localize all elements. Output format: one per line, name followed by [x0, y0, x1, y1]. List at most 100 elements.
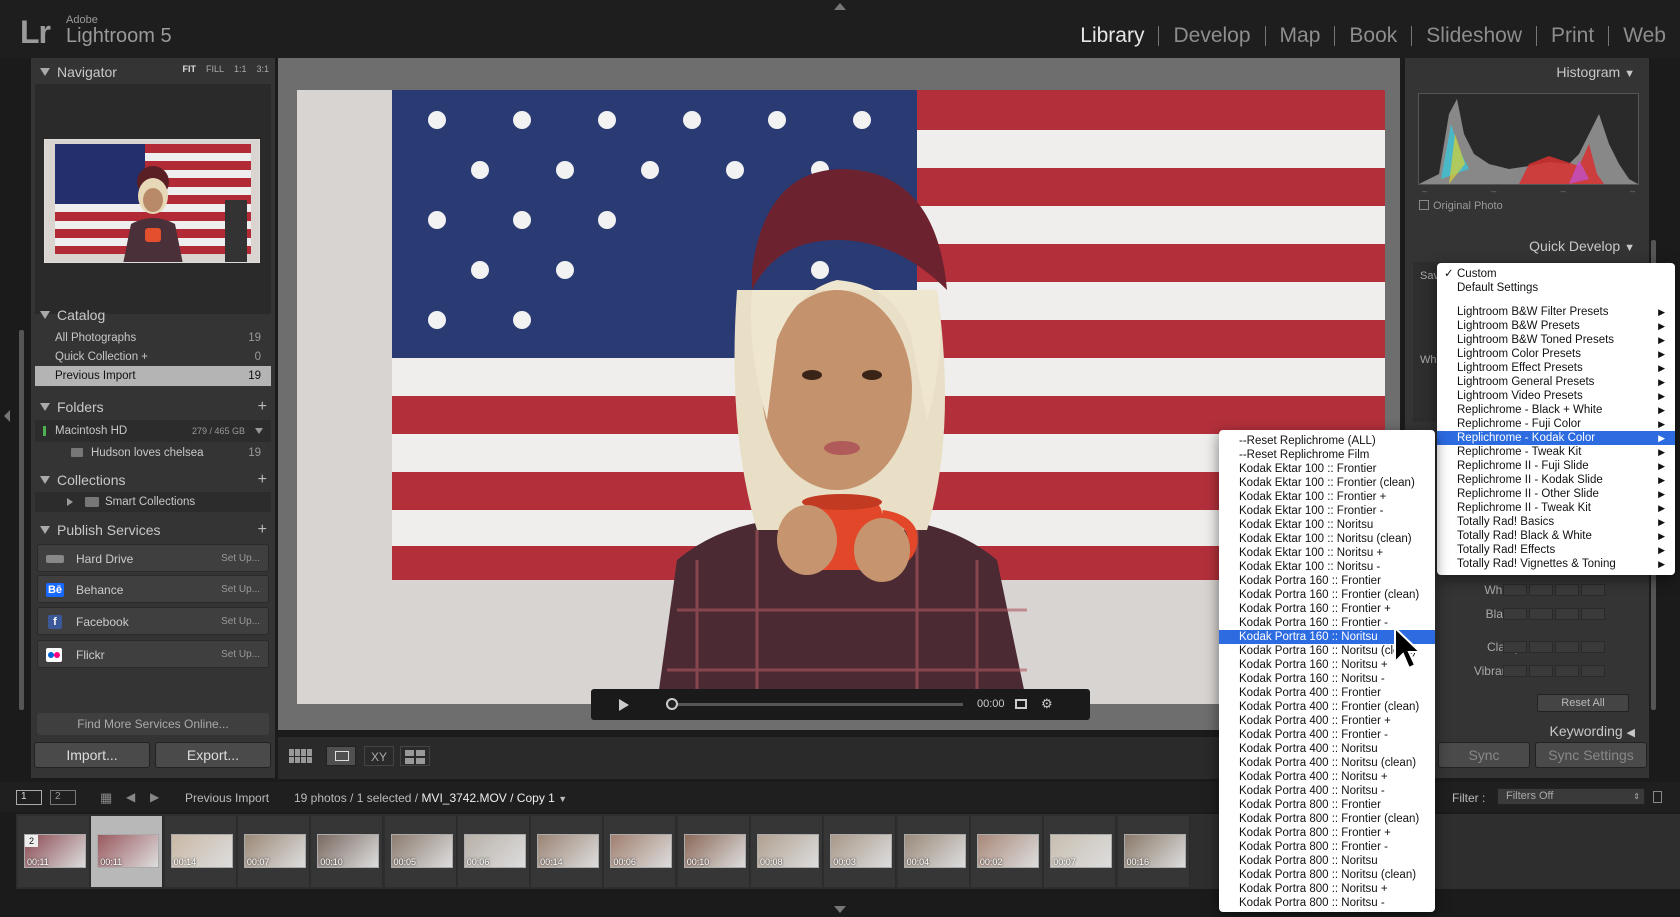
kodak-preset-item[interactable]: Kodak Ektar 100 :: Noritsu -	[1219, 560, 1435, 574]
kodak-preset-item[interactable]: Kodak Ektar 100 :: Frontier +	[1219, 490, 1435, 504]
preset-menu-item[interactable]: Replichrome - Tweak Kit ▶	[1437, 445, 1675, 459]
grid-view-icon[interactable]	[286, 746, 314, 766]
filmstrip-cell[interactable]: 00:10	[311, 816, 384, 887]
preset-menu-item[interactable]: Lightroom B&W Presets ▶	[1437, 319, 1675, 333]
setup-link[interactable]: Set Up...	[221, 608, 260, 636]
volume-row[interactable]: Macintosh HD 279 / 465 GB	[35, 420, 271, 442]
filmstrip-cell[interactable]: 00:11	[91, 816, 164, 887]
left-panel-scrollbar[interactable]	[19, 330, 24, 710]
smart-collections-row[interactable]: Smart Collections	[35, 492, 271, 512]
module-print[interactable]: Print	[1537, 24, 1608, 48]
filmstrip-cell[interactable]: 00:14	[531, 816, 604, 887]
kodak-preset-item[interactable]: Kodak Portra 800 :: Frontier	[1219, 798, 1435, 812]
publish-facebook[interactable]: f Facebook Set Up...	[37, 607, 269, 635]
kodak-preset-item[interactable]: Kodak Portra 400 :: Frontier	[1219, 686, 1435, 700]
kodak-preset-item[interactable]: Kodak Portra 400 :: Noritsu	[1219, 742, 1435, 756]
preset-menu-item[interactable]: Replichrome II - Tweak Kit ▶	[1437, 501, 1675, 515]
kodak-preset-item[interactable]: Kodak Portra 800 :: Noritsu	[1219, 854, 1435, 868]
publish-flickr[interactable]: Flickr Set Up...	[37, 640, 269, 668]
filmstrip-cell[interactable]: 00:14	[164, 816, 237, 887]
kodak-preset-item[interactable]: Kodak Portra 400 :: Noritsu (clean)	[1219, 756, 1435, 770]
compare-view-icon[interactable]: XY	[364, 746, 394, 766]
quick-develop-header[interactable]: Quick Develop ▼	[1529, 238, 1635, 254]
filmstrip-cell[interactable]: 00:06	[457, 816, 530, 887]
kodak-preset-item[interactable]: Kodak Portra 400 :: Frontier +	[1219, 714, 1435, 728]
vibrance-adjust-buttons[interactable]	[1503, 665, 1641, 677]
filmstrip-cell[interactable]: 00:07	[1044, 816, 1117, 887]
kodak-preset-item[interactable]: Kodak Portra 160 :: Frontier	[1219, 574, 1435, 588]
zoom-3-1[interactable]: 3:1	[256, 64, 269, 74]
setup-link[interactable]: Set Up...	[221, 576, 260, 604]
preset-menu-item[interactable]: Replichrome - Fuji Color ▶	[1437, 417, 1675, 431]
kodak-preset-item[interactable]: --Reset Replichrome Film	[1219, 448, 1435, 462]
preset-menu-item[interactable]: Lightroom B&W Toned Presets ▶	[1437, 333, 1675, 347]
folders-header[interactable]: Folders +	[31, 395, 275, 419]
preset-menu-item[interactable]: Totally Rad! Basics ▶	[1437, 515, 1675, 529]
catalog-item-all-photographs[interactable]: All Photographs 19	[35, 328, 271, 348]
module-develop[interactable]: Develop	[1159, 24, 1264, 48]
filmstrip-source[interactable]: Previous Import	[185, 791, 269, 805]
expand-triangle-icon[interactable]	[67, 498, 73, 506]
filmstrip-cell[interactable]: 00:07	[237, 816, 310, 887]
sync-settings-button[interactable]: Sync Settings	[1535, 742, 1647, 768]
filmstrip-cell[interactable]: 00:03	[824, 816, 897, 887]
catalog-item-quick-collection[interactable]: Quick Collection + 0	[35, 347, 271, 367]
play-icon[interactable]	[619, 699, 629, 711]
filmstrip-cell[interactable]: 00:16	[1117, 816, 1190, 887]
forward-arrow-icon[interactable]: ▶	[150, 790, 159, 804]
zoom-1-1[interactable]: 1:1	[234, 64, 247, 74]
kodak-preset-item[interactable]: Kodak Portra 800 :: Noritsu (clean)	[1219, 868, 1435, 882]
kodak-preset-item[interactable]: --Reset Replichrome (ALL)	[1219, 434, 1435, 448]
find-more-services-button[interactable]: Find More Services Online...	[37, 713, 269, 735]
module-book[interactable]: Book	[1335, 24, 1411, 48]
kodak-preset-item[interactable]: Kodak Ektar 100 :: Frontier -	[1219, 504, 1435, 518]
kodak-preset-item[interactable]: Kodak Ektar 100 :: Noritsu +	[1219, 546, 1435, 560]
filmstrip-cell[interactable]: 00:02	[970, 816, 1043, 887]
preset-menu-item[interactable]: Custom ✓	[1437, 267, 1675, 281]
filmstrip-cell[interactable]: 00:04	[897, 816, 970, 887]
module-library[interactable]: Library	[1066, 24, 1158, 48]
kodak-preset-item[interactable]: Kodak Portra 800 :: Noritsu +	[1219, 882, 1435, 896]
navigator-thumbnail[interactable]	[44, 139, 260, 263]
kodak-preset-item[interactable]: Kodak Portra 400 :: Frontier -	[1219, 728, 1435, 742]
preset-menu-item[interactable]: Lightroom General Presets ▶	[1437, 375, 1675, 389]
collections-header[interactable]: Collections +	[31, 468, 275, 492]
add-publish-service-icon[interactable]: +	[258, 518, 267, 542]
secondary-window-button[interactable]: 2	[50, 790, 76, 805]
kodak-preset-item[interactable]: Kodak Portra 800 :: Frontier +	[1219, 826, 1435, 840]
sync-button[interactable]: Sync	[1438, 742, 1530, 768]
kodak-preset-item[interactable]: Kodak Ektar 100 :: Noritsu	[1219, 518, 1435, 532]
kodak-preset-item[interactable]: Kodak Portra 400 :: Noritsu -	[1219, 784, 1435, 798]
kodak-preset-item[interactable]: Kodak Portra 160 :: Frontier +	[1219, 602, 1435, 616]
kodak-preset-item[interactable]: Kodak Ektar 100 :: Noritsu (clean)	[1219, 532, 1435, 546]
kodak-preset-item[interactable]: Kodak Portra 800 :: Frontier -	[1219, 840, 1435, 854]
module-web[interactable]: Web	[1609, 24, 1670, 48]
kodak-preset-item[interactable]: Kodak Portra 160 :: Frontier (clean)	[1219, 588, 1435, 602]
reset-all-button[interactable]: Reset All	[1537, 694, 1629, 712]
kodak-preset-item[interactable]: Kodak Portra 800 :: Frontier (clean)	[1219, 812, 1435, 826]
original-photo-toggle[interactable]: Original Photo	[1419, 200, 1503, 212]
histogram-header[interactable]: Histogram ▼	[1556, 64, 1635, 80]
grid-view-small-icon[interactable]: ▦	[100, 790, 112, 806]
preset-menu-item[interactable]: Replichrome - Black + White ▶	[1437, 403, 1675, 417]
current-filename[interactable]: MVI_3742.MOV / Copy 1	[421, 791, 554, 805]
loupe-view-icon[interactable]	[326, 746, 356, 766]
filmstrip-cell[interactable]: 00:05	[384, 816, 457, 887]
preset-menu-item[interactable]: Totally Rad! Vignettes & Toning ▶	[1437, 557, 1675, 571]
kodak-preset-item[interactable]: Kodak Portra 400 :: Noritsu +	[1219, 770, 1435, 784]
filmstrip-cell[interactable]: 00:11 2	[18, 816, 90, 887]
collapse-filmstrip-icon[interactable]	[834, 906, 846, 913]
filter-lock-icon[interactable]	[1653, 791, 1662, 803]
collapse-left-panel-icon[interactable]	[4, 410, 10, 422]
settings-gear-icon[interactable]: ⚙	[1041, 696, 1053, 712]
publish-services-header[interactable]: Publish Services +	[31, 518, 275, 542]
preset-menu-item[interactable]: Totally Rad! Black & White ▶	[1437, 529, 1675, 543]
folder-row[interactable]: Hudson loves chelsea 19	[35, 443, 271, 463]
filmstrip-cell[interactable]: 00:08	[751, 816, 823, 887]
volume-menu-icon[interactable]	[255, 428, 263, 434]
add-collection-icon[interactable]: +	[258, 468, 267, 492]
collapse-top-panel-icon[interactable]	[834, 3, 846, 10]
module-map[interactable]: Map	[1266, 24, 1335, 48]
catalog-item-previous-import[interactable]: Previous Import 19	[35, 366, 271, 386]
playhead-icon[interactable]	[666, 698, 678, 710]
